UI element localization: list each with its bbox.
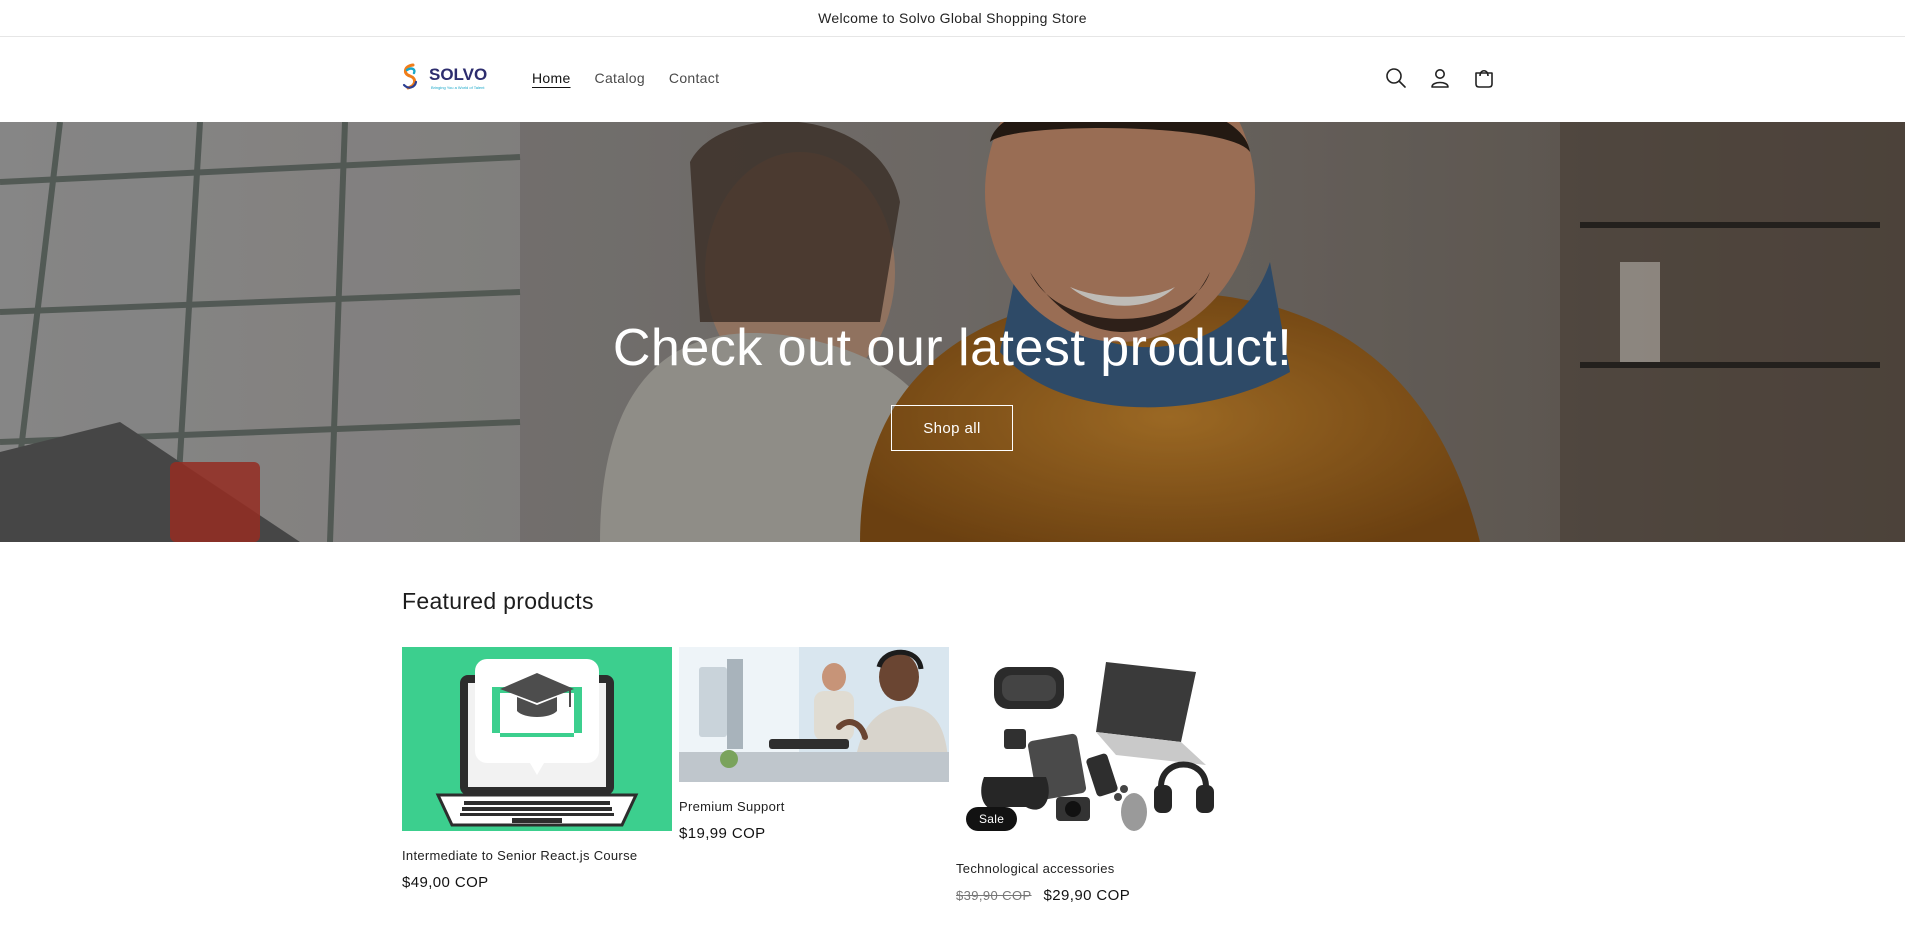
nav-catalog-link[interactable]: Catalog (595, 70, 645, 86)
product-price: $19,99 COP (679, 825, 766, 842)
nav-contact-link[interactable]: Contact (669, 70, 719, 86)
product-image[interactable] (679, 647, 949, 782)
shop-all-button[interactable]: Shop all (891, 405, 1013, 451)
search-icon[interactable] (1384, 66, 1408, 90)
laptop-graduation-image (402, 647, 672, 831)
product-name[interactable]: Technological accessories (956, 861, 1115, 876)
logo-wordmark: SOLVO (429, 65, 487, 84)
product-image[interactable] (402, 647, 672, 831)
featured-products-title: Featured products (402, 588, 594, 614)
site-header: SOLVO Bringing You a World of Talent Hom… (0, 37, 1905, 122)
nav-home-link[interactable]: Home (532, 70, 571, 86)
sale-badge: Sale (966, 807, 1018, 831)
product-price-row: $39,90 COP $29,90 COP (956, 887, 1130, 904)
product-name[interactable]: Intermediate to Senior React.js Course (402, 848, 637, 863)
announcement-text: Welcome to Solvo Global Shopping Store (818, 10, 1087, 26)
cart-icon[interactable] (1472, 66, 1496, 90)
store-logo[interactable]: SOLVO Bringing You a World of Talent (401, 60, 495, 94)
product-image[interactable]: Sale (956, 647, 1226, 845)
support-agent-image (679, 647, 949, 782)
hero-banner: Check out our latest product! Shop all (0, 122, 1905, 542)
product-price: $49,00 COP (402, 874, 489, 891)
hero-title: Check out our latest product! (612, 319, 1293, 377)
solvo-logo-icon: SOLVO Bringing You a World of Talent (402, 63, 487, 90)
product-card-tech-accessories[interactable]: Sale Technological accessories $39,90 CO… (956, 647, 1226, 907)
main-nav: Home Catalog Contact (532, 70, 719, 86)
product-name[interactable]: Premium Support (679, 799, 785, 814)
header-icons (1384, 66, 1496, 90)
product-card-premium-support[interactable]: Premium Support $19,99 COP (679, 647, 949, 847)
product-old-price: $39,90 COP (956, 888, 1032, 903)
logo-tagline: Bringing You a World of Talent (431, 85, 485, 90)
announcement-bar: Welcome to Solvo Global Shopping Store (0, 0, 1905, 37)
account-icon[interactable] (1428, 66, 1452, 90)
product-card-react-course[interactable]: Intermediate to Senior React.js Course $… (402, 647, 672, 897)
product-sale-price: $29,90 COP (1043, 887, 1131, 904)
